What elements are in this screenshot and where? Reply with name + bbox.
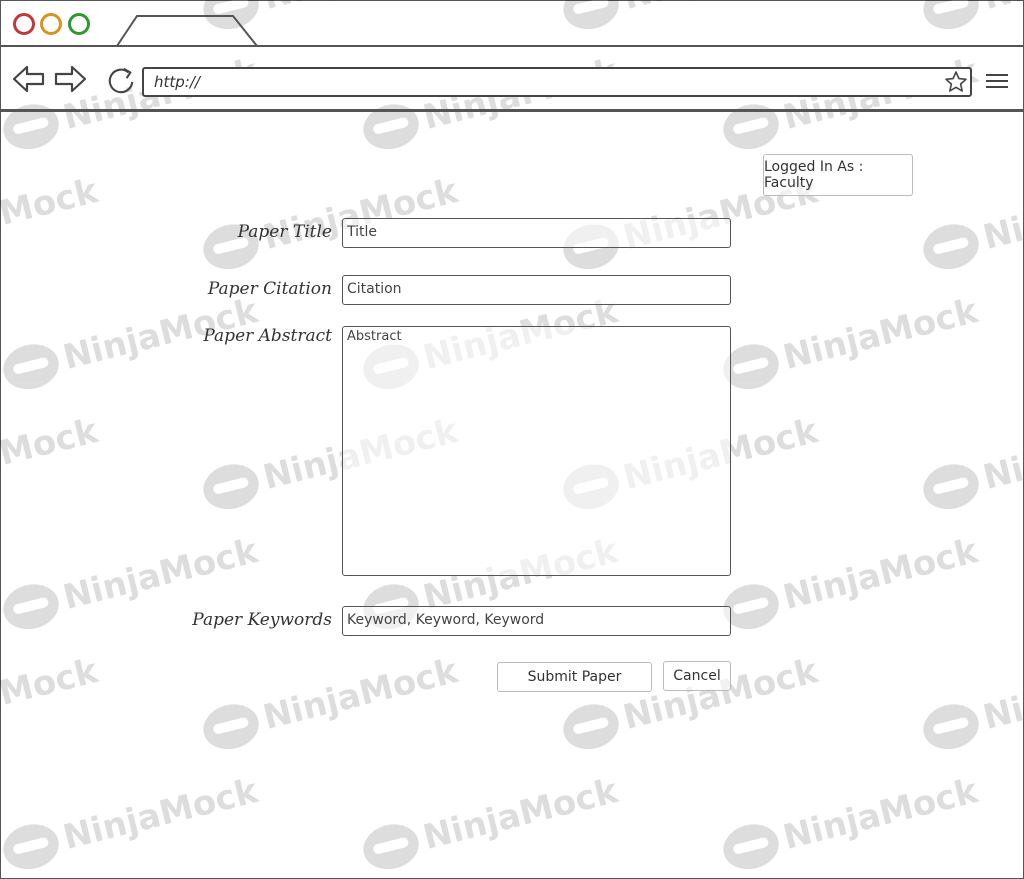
back-button[interactable] <box>12 64 46 94</box>
paper-abstract-label: Paper Abstract <box>203 326 332 346</box>
paper-title-label: Paper Title <box>237 222 332 242</box>
forward-button[interactable] <box>53 64 87 94</box>
paper-title-input[interactable]: Title <box>342 218 731 248</box>
paper-keywords-input[interactable]: Keyword, Keyword, Keyword <box>342 606 731 636</box>
reload-icon <box>108 67 134 94</box>
forward-arrow-icon <box>54 65 87 93</box>
paper-abstract-textarea[interactable]: Abstract <box>342 326 731 576</box>
minimize-window-button[interactable] <box>40 13 62 35</box>
address-bar[interactable]: http:// <box>142 67 972 97</box>
page-content: Logged In As : Faculty Paper Title Title… <box>0 112 1024 879</box>
back-arrow-icon <box>12 65 45 93</box>
hamburger-menu-icon[interactable] <box>986 74 1008 92</box>
star-icon[interactable] <box>944 70 968 94</box>
close-window-button[interactable] <box>13 13 35 35</box>
paper-citation-label: Paper Citation <box>207 279 332 299</box>
maximize-window-button[interactable] <box>68 13 90 35</box>
navigation-bar: http:// <box>0 47 1024 110</box>
submit-paper-button[interactable]: Submit Paper <box>497 662 652 692</box>
url-text: http:// <box>154 73 200 91</box>
reload-button[interactable] <box>103 65 139 95</box>
paper-keywords-label: Paper Keywords <box>192 610 332 630</box>
login-status-badge: Logged In As : Faculty <box>763 154 913 196</box>
browser-tab[interactable] <box>115 14 261 47</box>
cancel-button[interactable]: Cancel <box>663 661 731 691</box>
title-bar <box>0 0 1024 47</box>
paper-citation-input[interactable]: Citation <box>342 275 731 305</box>
